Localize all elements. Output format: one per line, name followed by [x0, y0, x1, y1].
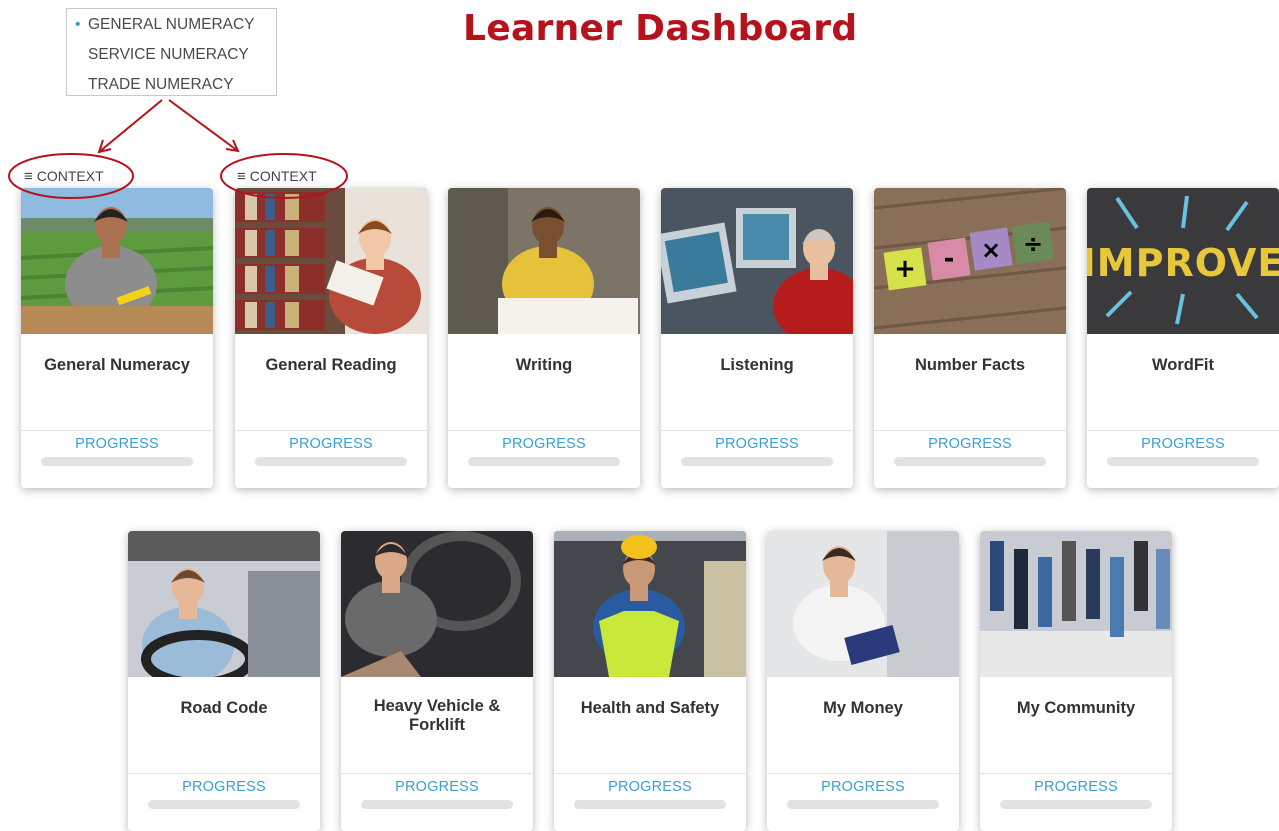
course-card-health-and-safety[interactable]: Health and Safety PROGRESS — [554, 531, 746, 831]
progress-link[interactable]: PROGRESS — [980, 779, 1172, 795]
svg-text:×: × — [981, 236, 1001, 264]
card-photo: IMPROVE — [1087, 188, 1279, 334]
progress-bar — [255, 457, 407, 466]
card-image[interactable] — [554, 531, 746, 677]
card-image[interactable] — [128, 531, 320, 677]
card-title[interactable]: Road Code — [128, 699, 320, 718]
card-divider — [21, 430, 213, 431]
card-title[interactable]: Listening — [661, 356, 853, 375]
course-card-number-facts[interactable]: + - × ÷ Number Facts PROGRESS — [874, 188, 1066, 488]
course-card-general-numeracy[interactable]: General Numeracy PROGRESS — [21, 188, 213, 488]
card-divider — [980, 773, 1172, 774]
context-button-general-reading[interactable]: ≡ CONTEXT — [237, 166, 317, 186]
card-title[interactable]: Heavy Vehicle & Forklift — [341, 697, 533, 735]
progress-link[interactable]: PROGRESS — [874, 436, 1066, 452]
card-photo — [448, 188, 640, 334]
svg-text:-: - — [944, 244, 955, 274]
course-card-writing[interactable]: Writing PROGRESS — [448, 188, 640, 488]
page-title: Learner Dashboard — [463, 8, 858, 49]
card-divider — [554, 773, 746, 774]
card-photo — [128, 531, 320, 677]
card-title[interactable]: General Reading — [235, 356, 427, 375]
progress-bar — [41, 457, 193, 466]
card-photo — [767, 531, 959, 677]
card-image[interactable]: IMPROVE — [1087, 188, 1279, 334]
context-option-general-numeracy[interactable]: GENERAL NUMERACY — [67, 15, 276, 45]
card-divider — [448, 430, 640, 431]
card-image[interactable] — [235, 188, 427, 334]
card-title[interactable]: WordFit — [1087, 356, 1279, 375]
card-photo — [661, 188, 853, 334]
svg-text:IMPROVE: IMPROVE — [1087, 241, 1279, 285]
card-image[interactable] — [980, 531, 1172, 677]
card-title[interactable]: Number Facts — [874, 356, 1066, 375]
course-card-wordfit[interactable]: IMPROVE WordFit PROGRESS — [1087, 188, 1279, 488]
svg-text:+: + — [894, 254, 916, 284]
progress-bar — [894, 457, 1046, 466]
card-photo — [235, 188, 427, 334]
card-divider — [874, 430, 1066, 431]
card-divider — [341, 773, 533, 774]
card-divider — [128, 773, 320, 774]
card-image[interactable] — [21, 188, 213, 334]
progress-link[interactable]: PROGRESS — [21, 436, 213, 452]
card-photo: + - × ÷ — [874, 188, 1066, 334]
card-photo — [554, 531, 746, 677]
card-title[interactable]: Health and Safety — [554, 699, 746, 718]
progress-link[interactable]: PROGRESS — [341, 779, 533, 795]
progress-link[interactable]: PROGRESS — [767, 779, 959, 795]
card-divider — [661, 430, 853, 431]
card-title[interactable]: My Money — [767, 699, 959, 718]
progress-link[interactable]: PROGRESS — [661, 436, 853, 452]
card-divider — [767, 773, 959, 774]
svg-text:÷: ÷ — [1023, 230, 1043, 258]
card-image[interactable] — [767, 531, 959, 677]
context-option-trade-numeracy[interactable]: TRADE NUMERACY — [67, 75, 276, 105]
annotation-arrows — [97, 99, 240, 154]
menu-icon: ≡ — [24, 168, 33, 185]
card-image[interactable] — [661, 188, 853, 334]
progress-bar — [787, 800, 939, 809]
progress-link[interactable]: PROGRESS — [128, 779, 320, 795]
card-photo — [21, 188, 213, 334]
context-button-general-numeracy[interactable]: ≡ CONTEXT — [24, 166, 104, 186]
card-title[interactable]: General Numeracy — [21, 356, 213, 375]
course-card-listening[interactable]: Listening PROGRESS — [661, 188, 853, 488]
progress-bar — [1107, 457, 1259, 466]
card-photo — [341, 531, 533, 677]
course-card-my-money[interactable]: My Money PROGRESS — [767, 531, 959, 831]
card-title[interactable]: My Community — [980, 699, 1172, 718]
card-divider — [1087, 430, 1279, 431]
context-button-label: CONTEXT — [36, 168, 104, 184]
card-divider — [235, 430, 427, 431]
card-image[interactable] — [448, 188, 640, 334]
menu-icon: ≡ — [237, 168, 246, 185]
context-button-label: CONTEXT — [249, 168, 317, 184]
progress-bar — [148, 800, 300, 809]
course-card-my-community[interactable]: My Community PROGRESS — [980, 531, 1172, 831]
card-photo — [980, 531, 1172, 677]
progress-bar — [574, 800, 726, 809]
context-option-service-numeracy[interactable]: SERVICE NUMERACY — [67, 45, 276, 75]
progress-bar — [361, 800, 513, 809]
course-card-general-reading[interactable]: General Reading PROGRESS — [235, 188, 427, 488]
progress-bar — [681, 457, 833, 466]
progress-link[interactable]: PROGRESS — [554, 779, 746, 795]
course-card-heavy-vehicle-forklift[interactable]: Heavy Vehicle & Forklift PROGRESS — [341, 531, 533, 831]
card-image[interactable] — [341, 531, 533, 677]
card-image[interactable]: + - × ÷ — [874, 188, 1066, 334]
card-title[interactable]: Writing — [448, 356, 640, 375]
progress-link[interactable]: PROGRESS — [1087, 436, 1279, 452]
progress-bar — [468, 457, 620, 466]
context-dropdown-menu: GENERAL NUMERACY SERVICE NUMERACY TRADE … — [66, 8, 277, 96]
progress-link[interactable]: PROGRESS — [235, 436, 427, 452]
progress-link[interactable]: PROGRESS — [448, 436, 640, 452]
course-card-road-code[interactable]: Road Code PROGRESS — [128, 531, 320, 831]
progress-bar — [1000, 800, 1152, 809]
